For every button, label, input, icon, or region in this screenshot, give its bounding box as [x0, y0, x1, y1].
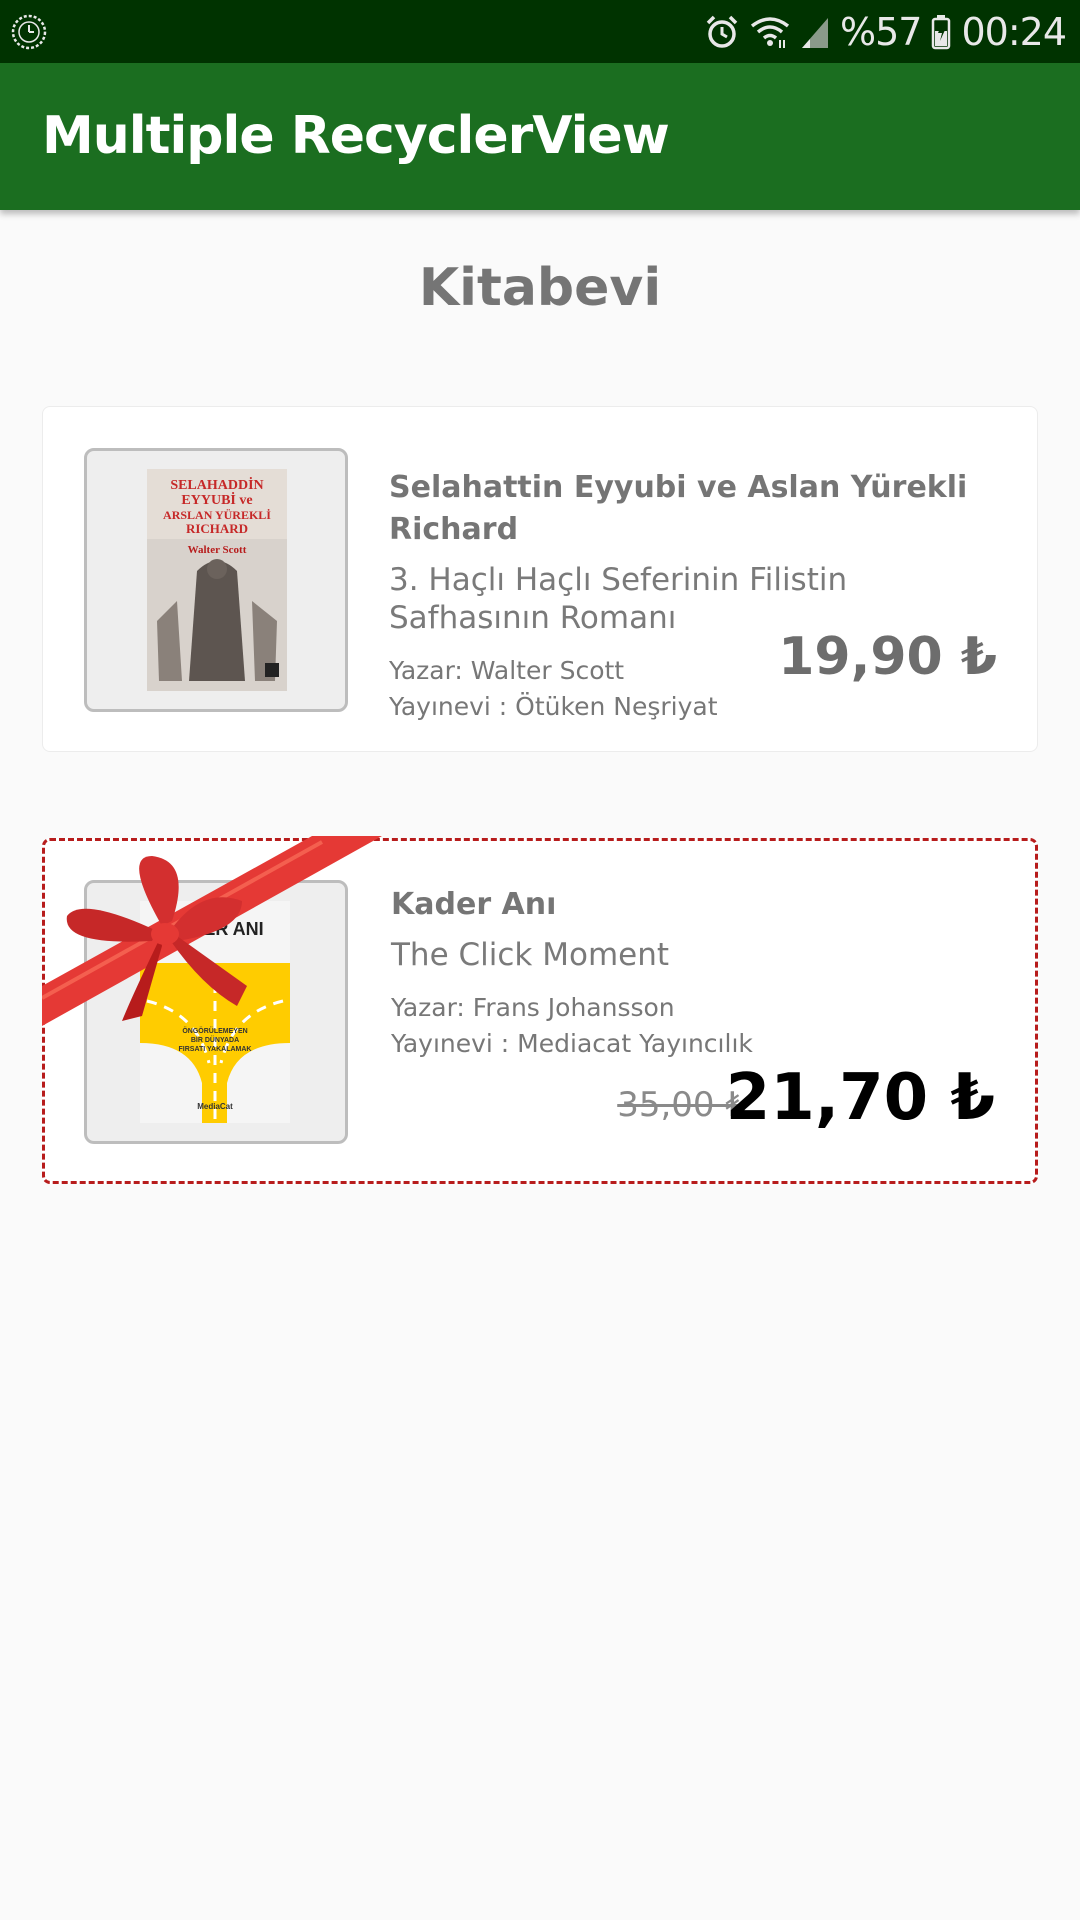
book-price: 19,90 ₺	[778, 627, 997, 687]
book-card[interactable]: SELAHADDİN EYYUBİ ve ARSLAN YÜREKLİ RICH…	[42, 406, 1038, 752]
cover-line: ARSLAN YÜREKLİ	[163, 508, 271, 522]
battery-icon	[932, 14, 951, 49]
book-subtitle: The Click Moment	[391, 937, 670, 973]
book-title: Kader Anı	[391, 887, 557, 922]
book-subtitle: 3. Haçlı Haçlı Seferinin Filistin Safhas…	[389, 562, 848, 636]
book-cover-frame: SELAHADDİN EYYUBİ ve ARSLAN YÜREKLİ RICH…	[84, 448, 348, 712]
signal-icon	[802, 17, 829, 48]
cover-publisher: MediaCat	[197, 1102, 233, 1111]
book-cover-frame: DER ANI ÖNGÖRÜLEMEYEN BİR DÜNYADA FIRSAT…	[84, 880, 348, 1144]
clock-time: 00:24	[961, 9, 1067, 54]
app-bar-title: Multiple RecyclerView	[42, 106, 670, 166]
wifi-icon	[750, 16, 790, 48]
book-discount-price: 21,70 ₺	[725, 1061, 995, 1135]
page-heading: Kitabevi	[418, 258, 662, 318]
cover-line: ÖNGÖRÜLEMEYEN	[182, 1026, 247, 1035]
app-bar: Multiple RecyclerView	[0, 63, 1080, 210]
alarm-icon	[706, 15, 738, 48]
cover-line: EYYUBİ ve	[181, 491, 252, 508]
book-author: Yazar: Frans Johansson	[391, 993, 675, 1022]
book-publisher: Yayınevi : Mediacat Yayıncılık	[391, 1029, 753, 1058]
cover-line: RICHARD	[186, 521, 248, 536]
book-publisher: Yayınevi : Ötüken Neşriyat	[389, 692, 718, 721]
cover-line: BİR DÜNYADA	[191, 1035, 239, 1044]
book-info: Kader Anı The Click Moment Yazar: Frans …	[391, 884, 995, 1062]
cover-author: Walter Scott	[188, 544, 247, 556]
cover-line: DER ANI	[190, 919, 263, 939]
status-bar: %57 00:24	[0, 0, 1080, 63]
book-title: Selahattin Eyyubi ve Aslan Yürekli Richa…	[389, 470, 968, 547]
cover-line: FIRSATI YAKALAMAK	[179, 1046, 252, 1053]
book-cover-image: DER ANI ÖNGÖRÜLEMEYEN BİR DÜNYADA FIRSAT…	[140, 901, 290, 1123]
book-cover-image: SELAHADDİN EYYUBİ ve ARSLAN YÜREKLİ RICH…	[147, 469, 287, 691]
clock-app-icon	[11, 14, 47, 50]
book-card-promo[interactable]: DER ANI ÖNGÖRÜLEMEYEN BİR DÜNYADA FIRSAT…	[42, 838, 1038, 1184]
battery-percent: %57	[840, 9, 922, 54]
cover-line: SELAHADDİN	[170, 476, 263, 493]
